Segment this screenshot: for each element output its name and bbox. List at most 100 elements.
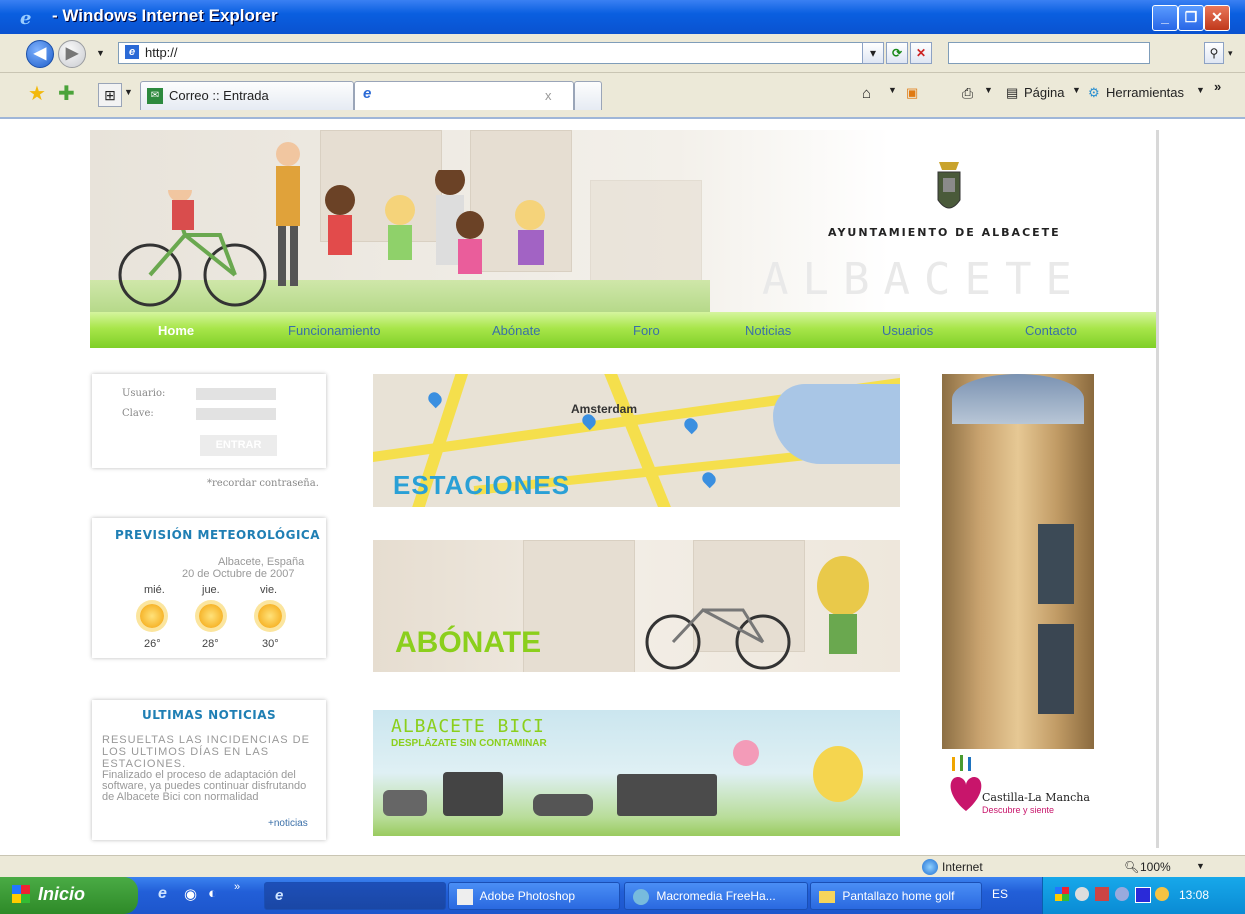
- tray-app-icon[interactable]: [1055, 887, 1069, 901]
- estaciones-title: ESTACIONES: [393, 470, 571, 500]
- minimize-button[interactable]: _: [1152, 5, 1178, 31]
- page-dropdown-icon[interactable]: ▼: [1072, 85, 1081, 95]
- tab-correo[interactable]: ✉ Correo :: Entrada: [140, 81, 354, 110]
- overflow-chevron-icon[interactable]: »: [1214, 79, 1221, 94]
- close-button[interactable]: ✕: [1204, 5, 1230, 31]
- zoom-level[interactable]: 100%: [1140, 860, 1171, 874]
- favorites-star-icon[interactable]: ★: [28, 81, 46, 106]
- task-label: Macromedia FreeHa...: [656, 889, 776, 903]
- feeds-icon[interactable]: ▣: [906, 85, 918, 101]
- windows-taskbar: Inicio e ◉ ◐ » e Adobe Photoshop Macrome…: [0, 877, 1245, 914]
- forecast-day: jue.: [202, 584, 220, 596]
- stop-button[interactable]: ✕: [910, 42, 932, 64]
- zoom-icon: 🔍︎: [1124, 860, 1140, 874]
- windows-logo-icon: [12, 885, 30, 903]
- tab-close-button[interactable]: x: [545, 88, 552, 103]
- news-box: ULTIMAS NOTICIAS RESUELTAS LAS INCIDENCI…: [92, 700, 326, 840]
- map-pin-icon: [681, 415, 701, 435]
- task-folder[interactable]: Pantallazo home golf: [810, 882, 982, 910]
- map-pin-icon: [699, 469, 719, 489]
- tray-app-icon[interactable]: [1095, 887, 1109, 901]
- refresh-button[interactable]: ⟳: [886, 42, 908, 64]
- new-tab-button[interactable]: [574, 81, 602, 110]
- header-banner: AYUNTAMIENTO DE ALBACETE ALBACETE BICI: [90, 130, 1156, 356]
- page-icon: ▤: [1006, 85, 1019, 100]
- tab-active[interactable]: e x: [354, 81, 574, 110]
- search-options-icon[interactable]: ▾: [1228, 48, 1233, 59]
- nav-abonate[interactable]: Abónate: [492, 323, 540, 338]
- start-button[interactable]: Inicio: [0, 877, 138, 914]
- background-building-illustration: [590, 180, 702, 292]
- nav-usuarios[interactable]: Usuarios: [882, 323, 933, 338]
- address-field[interactable]: e http://: [118, 42, 880, 64]
- weather-title: PREVISIÓN METEOROLÓGICA: [115, 528, 321, 542]
- ie-quicklaunch-icon[interactable]: e: [158, 885, 167, 903]
- forecast-day: vie.: [260, 584, 278, 596]
- search-button[interactable]: ⚲: [1204, 42, 1224, 64]
- system-tray: 13:08: [1042, 877, 1245, 914]
- print-dropdown-icon[interactable]: ▼: [984, 85, 993, 95]
- tools-menu[interactable]: Herramientas: [1106, 85, 1184, 100]
- login-box: Usuario: Clave: ENTRAR: [92, 374, 326, 468]
- history-dropdown-icon[interactable]: ▼: [96, 48, 105, 58]
- nav-foro[interactable]: Foro: [633, 323, 660, 338]
- web-page: AYUNTAMIENTO DE ALBACETE ALBACETE BICI H…: [90, 130, 1159, 848]
- quick-tabs-icon[interactable]: ⊞: [98, 83, 122, 107]
- abonate-banner[interactable]: ABÓNATE: [373, 540, 900, 672]
- sun-icon: [140, 604, 164, 628]
- forward-button[interactable]: ▶: [58, 40, 86, 68]
- address-toolbar: ◀ ▶ ▼ e http:// ▾ ⟳ ✕ ⚲ ▾: [0, 34, 1245, 73]
- task-ie-window[interactable]: e: [264, 882, 446, 910]
- tray-app-icon[interactable]: [1135, 887, 1151, 903]
- login-button[interactable]: ENTRAR: [200, 435, 277, 456]
- cheering-kid-illustration: [817, 556, 869, 654]
- address-text: http://: [145, 45, 178, 60]
- back-button[interactable]: ◀: [26, 40, 54, 68]
- language-indicator[interactable]: ES: [992, 887, 1008, 901]
- add-favorite-icon[interactable]: ✚: [58, 81, 75, 106]
- tab-list-icon[interactable]: ▼: [124, 87, 133, 97]
- zoom-dropdown-icon[interactable]: ▼: [1196, 861, 1205, 871]
- tools-dropdown-icon[interactable]: ▼: [1196, 85, 1205, 95]
- clock: 13:08: [1179, 888, 1210, 902]
- eco-subtitle: DESPLÁZATE SIN CONTAMINAR: [391, 738, 547, 749]
- user-input[interactable]: [196, 388, 276, 400]
- home-icon[interactable]: ⌂: [862, 85, 871, 102]
- quicklaunch-icon[interactable]: ◉: [184, 885, 197, 903]
- home-dropdown-icon[interactable]: ▼: [888, 85, 897, 95]
- nav-home[interactable]: Home: [158, 323, 194, 338]
- maximize-button[interactable]: ❐: [1178, 5, 1204, 31]
- nav-funcionamiento[interactable]: Funcionamiento: [288, 323, 381, 338]
- albacete-bici-eco-banner[interactable]: ALBACETE BICI DESPLÁZATE SIN CONTAMINAR: [373, 710, 900, 836]
- tray-app-icon[interactable]: [1115, 887, 1129, 901]
- quicklaunch-overflow-icon[interactable]: »: [234, 881, 240, 893]
- tray-app-icon[interactable]: [1075, 887, 1089, 901]
- search-input[interactable]: [948, 42, 1150, 64]
- password-label: Clave:: [122, 408, 154, 419]
- nav-noticias[interactable]: Noticias: [745, 323, 791, 338]
- more-news-link[interactable]: +noticias: [268, 818, 308, 829]
- weather-date: 20 de Octubre de 2007: [182, 568, 295, 580]
- news-headline[interactable]: RESUELTAS LAS INCIDENCIAS DE LOS ULTIMOS…: [102, 734, 320, 770]
- news-title: ULTIMAS NOTICIAS: [142, 708, 277, 722]
- eco-title: ALBACETE BICI: [391, 716, 545, 737]
- truck-illustration: [443, 772, 503, 816]
- task-photoshop[interactable]: Adobe Photoshop: [448, 882, 620, 910]
- password-input[interactable]: [196, 408, 276, 420]
- mail-icon: ✉: [147, 88, 163, 104]
- tray-app-icon[interactable]: [1155, 887, 1169, 901]
- user-label: Usuario:: [122, 388, 166, 399]
- freehand-icon: [633, 888, 649, 905]
- address-dropdown-button[interactable]: ▾: [862, 42, 884, 64]
- stations-map-banner[interactable]: Amsterdam ESTACIONES: [373, 374, 900, 507]
- print-icon[interactable]: ⎙: [962, 85, 973, 102]
- forecast-temp: 28°: [202, 638, 219, 650]
- task-freehand[interactable]: Macromedia FreeHa...: [624, 882, 808, 910]
- castilla-la-mancha-logo[interactable]: Castilla-La Mancha Descubre y siente: [942, 749, 1094, 835]
- forgot-password-link[interactable]: *recordar contraseña.: [207, 478, 319, 489]
- sun-icon: [199, 604, 223, 628]
- page-menu[interactable]: Página: [1024, 85, 1064, 100]
- quicklaunch-icon[interactable]: ◐: [208, 885, 217, 902]
- nav-contacto[interactable]: Contacto: [1025, 323, 1077, 338]
- news-body: Finalizado el proceso de adaptación del …: [102, 769, 307, 803]
